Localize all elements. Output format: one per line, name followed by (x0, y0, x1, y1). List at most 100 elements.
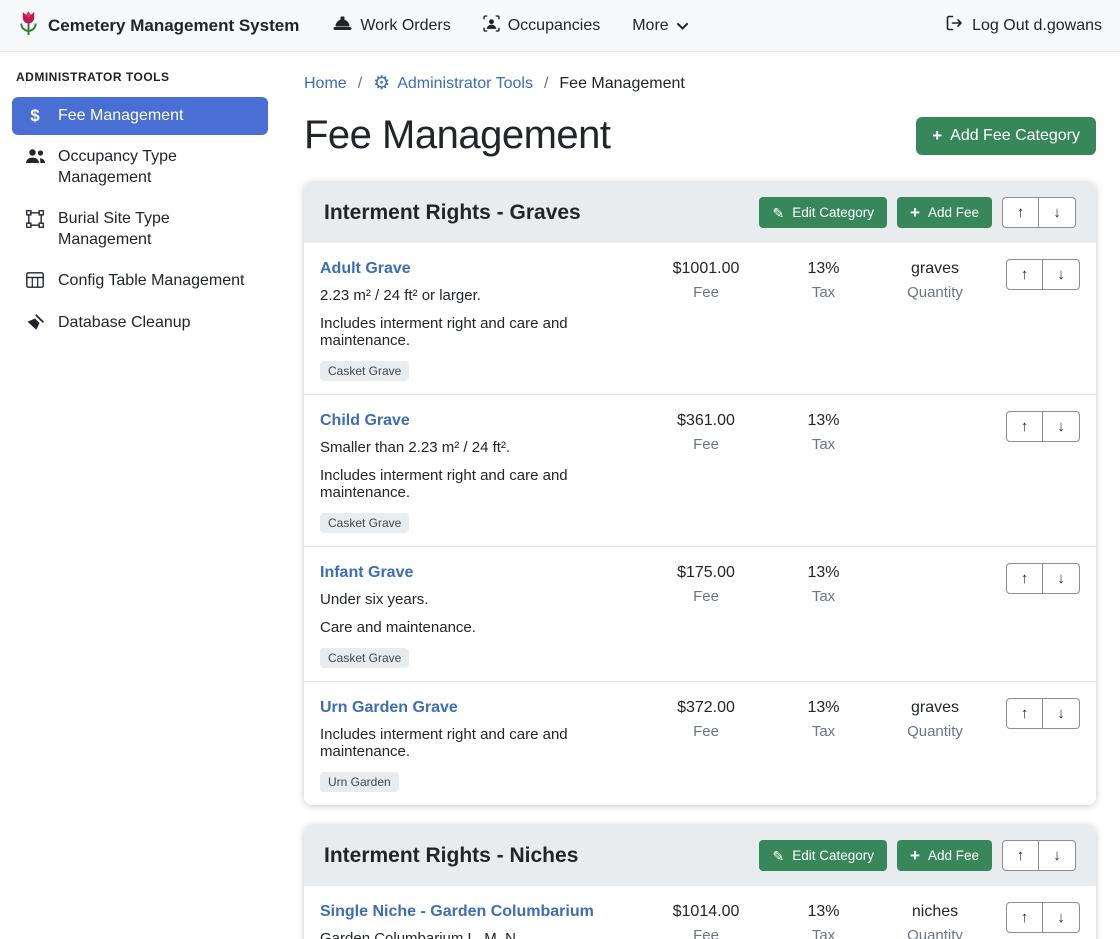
hard-hat-icon (333, 16, 352, 36)
fee-amount-label: Fee (641, 588, 771, 605)
sidebar-item-database-cleanup[interactable]: Database Cleanup (12, 304, 268, 342)
fee-move-down-button[interactable]: ↓ (1043, 563, 1080, 594)
breadcrumb-current: Fee Management (559, 75, 684, 93)
broom-icon (24, 314, 46, 332)
category-move-down-button[interactable]: ↓ (1039, 197, 1076, 228)
category-move-up-button[interactable]: ↑ (1002, 840, 1039, 871)
pencil-icon: ✎ (772, 206, 784, 220)
fee-amount-column: $1014.00 Fee (641, 901, 771, 939)
fee-move-up-button[interactable]: ↑ (1006, 259, 1043, 290)
fee-amount-label: Fee (641, 284, 771, 301)
fee-tax: 13% (771, 699, 876, 717)
fee-row: Child Grave Smaller than 2.23 m² / 24 ft… (304, 394, 1096, 546)
fee-quantity-label: Quantity (876, 927, 994, 939)
breadcrumb-home[interactable]: Home (304, 75, 347, 93)
fee-tax-label: Tax (771, 284, 876, 301)
arrow-down-icon: ↓ (1057, 418, 1065, 435)
fee-name-link[interactable]: Urn Garden Grave (320, 699, 458, 717)
fee-quantity-label: Quantity (876, 723, 994, 740)
category-actions: ✎ Edit Category + Add Fee ↑ ↓ (759, 840, 1076, 871)
fee-move-down-button[interactable]: ↓ (1043, 902, 1080, 933)
fee-move-down-button[interactable]: ↓ (1043, 698, 1080, 729)
category-reorder-group: ↑ ↓ (1002, 197, 1076, 228)
fee-tax-label: Tax (771, 588, 876, 605)
category-move-down-button[interactable]: ↓ (1039, 840, 1076, 871)
category-actions: ✎ Edit Category + Add Fee ↑ ↓ (759, 197, 1076, 228)
fee-move-up-button[interactable]: ↑ (1006, 563, 1043, 594)
sidebar-item-config-table-management[interactable]: Config Table Management (12, 262, 268, 300)
main-content: Home / ⚙ Administrator Tools / Fee Manag… (280, 52, 1120, 939)
bounding-box-icon (24, 210, 46, 228)
fee-move-down-button[interactable]: ↓ (1043, 411, 1080, 442)
fee-reorder-group: ↑ ↓ (1006, 411, 1080, 442)
fee-tax-column: 13% Tax (771, 410, 876, 453)
tulip-logo-icon (18, 10, 39, 41)
fee-tax-column: 13% Tax (771, 258, 876, 301)
sidebar-item-label: Fee Management (58, 106, 183, 126)
fee-name-link[interactable]: Infant Grave (320, 564, 413, 582)
fee-tax: 13% (771, 564, 876, 582)
edit-category-button[interactable]: ✎ Edit Category (759, 840, 887, 871)
nav-more[interactable]: More (632, 17, 687, 35)
add-fee-button[interactable]: + Add Fee (897, 197, 992, 228)
fee-move-up-button[interactable]: ↑ (1006, 902, 1043, 933)
fee-type-badge: Urn Garden (320, 772, 399, 792)
fee-amount-column: $1001.00 Fee (641, 258, 771, 301)
breadcrumb: Home / ⚙ Administrator Tools / Fee Manag… (304, 74, 1096, 93)
plus-icon: + (932, 129, 942, 143)
fee-quantity-column: graves Quantity (876, 697, 994, 740)
fee-quantity-column: graves Quantity (876, 258, 994, 301)
arrow-up-icon: ↑ (1021, 909, 1029, 926)
fee-tax-column: 13% Tax (771, 697, 876, 740)
breadcrumb-separator: / (544, 75, 548, 93)
fee-name-link[interactable]: Single Niche - Garden Columbarium (320, 903, 594, 921)
fee-move-up-button[interactable]: ↑ (1006, 698, 1043, 729)
fee-tax-column: 13% Tax (771, 562, 876, 605)
fee-reorder-group: ↑ ↓ (1006, 563, 1080, 594)
sidebar-item-label: Occupancy Type Management (58, 147, 256, 188)
table-icon (24, 272, 46, 288)
fee-quantity-column: niches Quantity (876, 901, 994, 939)
fee-amount: $372.00 (641, 699, 771, 717)
fee-move-down-button[interactable]: ↓ (1043, 259, 1080, 290)
sidebar-item-occupancy-type-management[interactable]: Occupancy Type Management (12, 138, 268, 197)
fee-quantity-unit: graves (876, 699, 994, 717)
gear-icon: ⚙ (373, 74, 390, 93)
logout-button[interactable]: Log Out d.gowans (945, 15, 1102, 36)
users-icon (24, 148, 46, 164)
page-title: Fee Management (304, 113, 611, 158)
plus-icon: + (910, 206, 920, 220)
fee-row: Single Niche - Garden Columbarium Garden… (304, 886, 1096, 939)
fee-type-badge: Casket Grave (320, 361, 409, 381)
edit-category-button[interactable]: ✎ Edit Category (759, 197, 887, 228)
add-fee-category-button[interactable]: + Add Fee Category (916, 117, 1096, 155)
sidebar-title: ADMINISTRATOR TOOLS (16, 70, 264, 84)
sidebar-item-fee-management[interactable]: $ Fee Management (12, 97, 268, 135)
sidebar-item-burial-site-type-management[interactable]: Burial Site Type Management (12, 200, 268, 259)
app-brand[interactable]: Cemetery Management System (18, 10, 299, 41)
fee-move-up-button[interactable]: ↑ (1006, 411, 1043, 442)
fee-quantity-column (876, 410, 994, 412)
fee-type-badge: Casket Grave (320, 648, 409, 668)
arrow-down-icon: ↓ (1057, 705, 1065, 722)
sidebar-item-label: Database Cleanup (58, 313, 191, 333)
breadcrumb-admin-tools[interactable]: ⚙ Administrator Tools (373, 74, 533, 93)
arrow-up-icon: ↑ (1021, 705, 1029, 722)
nav-work-orders[interactable]: Work Orders (333, 16, 450, 36)
fee-quantity-label: Quantity (876, 284, 994, 301)
fee-name-link[interactable]: Adult Grave (320, 260, 411, 278)
category-move-up-button[interactable]: ↑ (1002, 197, 1039, 228)
arrow-up-icon: ↑ (1017, 847, 1025, 864)
fee-tax: 13% (771, 412, 876, 430)
arrow-up-icon: ↑ (1021, 266, 1029, 283)
add-fee-button[interactable]: + Add Fee (897, 840, 992, 871)
arrow-down-icon: ↓ (1057, 570, 1065, 587)
fee-description: Includes interment right and care and ma… (320, 467, 633, 501)
nav-occupancies[interactable]: Occupancies (483, 15, 601, 37)
fee-description: Includes interment right and care and ma… (320, 726, 633, 760)
fee-amount-label: Fee (641, 927, 771, 939)
category-title: Interment Rights - Niches (324, 844, 578, 868)
fee-description: Care and maintenance. (320, 619, 633, 636)
fee-name-link[interactable]: Child Grave (320, 412, 410, 430)
arrow-down-icon: ↓ (1053, 847, 1061, 864)
